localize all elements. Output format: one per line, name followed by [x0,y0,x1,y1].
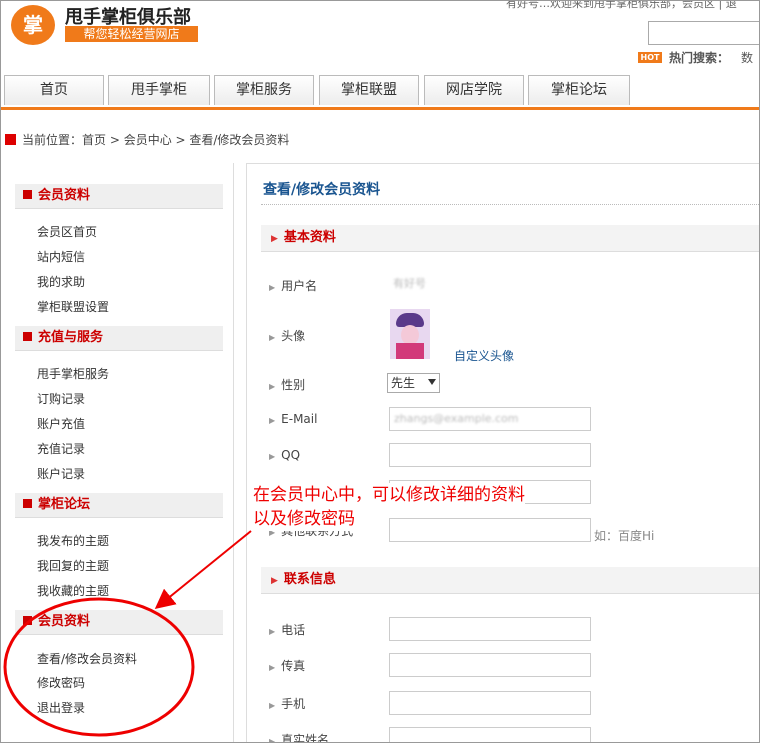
sidebar-section-header: 充值与服务 [15,326,223,351]
site-slogan: 帮您轻松经营网店 [65,26,198,42]
avatar[interactable] [390,309,430,359]
page-title: 查看/修改会员资料 [263,182,381,198]
fax-label: ▶ 传真 [269,659,306,673]
sidebar-section-title: 充值与服务 [38,330,104,345]
title-divider [261,204,759,205]
breadcrumb-path[interactable]: 首页 > 会员中心 > 查看/修改会员资料 [82,133,289,147]
main-panel: 查看/修改会员资料 ▶ 基本资料 ▶ 用户名 有好号 ▶ 头像 自定义头像 ▶ 性别 先… [246,163,759,743]
sidebar-section-title: 掌柜论坛 [38,497,91,512]
gender-label: ▶ 性别 [269,378,306,392]
email-label: ▶ E-Mail [269,412,318,426]
arrow-right-icon: ▶ [269,701,276,710]
sidebar-item-recharge[interactable]: 账户充值 [37,415,85,432]
arrow-right-icon: ▶ [269,416,276,425]
triangle-right-icon: ▶ [271,234,278,244]
arrow-right-icon: ▶ [269,627,276,636]
search-input[interactable] [648,21,759,45]
sidebar-item-my-replies[interactable]: 我回复的主题 [37,557,109,574]
nav-tab-academy[interactable]: 网店学院 [424,75,524,105]
mobile-field[interactable] [389,691,591,715]
sidebar-item-edit-profile[interactable]: 查看/修改会员资料 [37,650,137,667]
arrow-right-icon: ▶ [269,283,276,292]
sidebar-item-recharge-log[interactable]: 充值记录 [37,440,85,457]
username-label: ▶ 用户名 [269,279,318,293]
hot-badge-icon: HOT [638,52,662,63]
sidebar-section-title: 会员资料 [38,188,91,203]
phone-label: ▶ 电话 [269,623,306,637]
minus-icon[interactable] [23,616,32,625]
custom-avatar-link[interactable]: 自定义头像 [454,347,514,364]
sidebar-section-header: 掌柜论坛 [15,493,223,518]
arrow-right-icon: ▶ [269,452,276,461]
home-icon[interactable] [5,134,16,145]
sidebar-item-member-home[interactable]: 会员区首页 [37,223,97,240]
fax-field[interactable] [389,653,591,677]
main-nav: 首页 甩手掌柜 掌柜服务 掌柜联盟 网店学院 掌柜论坛 [1,75,759,110]
sidebar-item-my-favorites[interactable]: 我收藏的主题 [37,582,109,599]
hot-search-link[interactable]: 数 [741,49,753,66]
nav-tab-shuaishou[interactable]: 甩手掌柜 [108,75,210,105]
nav-tab-forum[interactable]: 掌柜论坛 [528,75,630,105]
minus-icon[interactable] [23,332,32,341]
annotation-line-2: 以及修改密码 [253,507,355,531]
nav-tab-service[interactable]: 掌柜服务 [214,75,314,105]
breadcrumb: 当前位置：首页 > 会员中心 > 查看/修改会员资料 [5,131,289,148]
minus-icon[interactable] [23,190,32,199]
sidebar-item-help[interactable]: 我的求助 [37,273,85,290]
triangle-right-icon: ▶ [271,576,278,586]
breadcrumb-prefix: 当前位置： [22,133,83,147]
arrow-right-icon: ▶ [269,382,276,391]
nav-tab-home[interactable]: 首页 [4,75,104,105]
sidebar-item-service[interactable]: 甩手掌柜服务 [37,365,109,382]
sidebar-item-orders[interactable]: 订购记录 [37,390,85,407]
sidebar-item-alliance-settings[interactable]: 掌柜联盟设置 [37,298,109,315]
phone-field[interactable] [389,617,591,641]
sidebar-section-header: 会员资料 [15,610,223,635]
realname-field[interactable] [389,727,591,742]
sidebar-item-change-password[interactable]: 修改密码 [37,674,85,691]
section-header-contact: ▶ 联系信息 [261,567,759,594]
mobile-label: ▶ 手机 [269,697,306,711]
sidebar: 会员资料 会员区首页 站内短信 我的求助 掌柜联盟设置 充值与服务 甩手掌柜服务… [5,163,234,742]
sidebar-item-account-log[interactable]: 账户记录 [37,465,85,482]
qq-label: ▶ QQ [269,448,301,462]
sidebar-item-my-topics[interactable]: 我发布的主题 [37,532,109,549]
gender-select[interactable]: 先生 [387,373,440,393]
sidebar-item-logout[interactable]: 退出登录 [37,699,85,716]
sidebar-item-messages[interactable]: 站内短信 [37,248,85,265]
chevron-down-icon [428,379,436,385]
page-frame: 掌 甩手掌柜俱乐部 帮您轻松经营网店 有好号…欢迎来到甩手掌柜俱乐部，会员区 |… [0,0,760,743]
other-contact-hint: 如：百度Hi [594,529,655,543]
minus-icon[interactable] [23,499,32,508]
annotation-line-1: 在会员中心中，可以修改详细的资料 [253,483,525,507]
annotation-text: 在会员中心中，可以修改详细的资料 以及修改密码 [253,483,525,531]
arrow-right-icon: ▶ [269,333,276,342]
sidebar-section-header: 会员资料 [15,184,223,209]
arrow-right-icon: ▶ [269,737,276,743]
nav-tab-alliance[interactable]: 掌柜联盟 [319,75,419,105]
avatar-label: ▶ 头像 [269,329,306,343]
arrow-right-icon: ▶ [269,663,276,672]
sidebar-section-title: 会员资料 [38,614,91,629]
logo-icon[interactable]: 掌 [11,5,55,45]
section-title: 基本资料 [283,230,336,245]
qq-field[interactable] [389,443,591,467]
section-header-basic: ▶ 基本资料 [261,225,759,252]
hot-search-label: 热门搜索： [669,51,730,65]
email-field[interactable]: zhangs@example.com [389,407,591,431]
welcome-text: 有好号…欢迎来到甩手掌柜俱乐部，会员区 | 退 [506,0,737,10]
realname-label: ▶ 真实姓名 [269,731,329,743]
section-title: 联系信息 [283,572,336,587]
username-value: 有好号 [393,277,426,290]
